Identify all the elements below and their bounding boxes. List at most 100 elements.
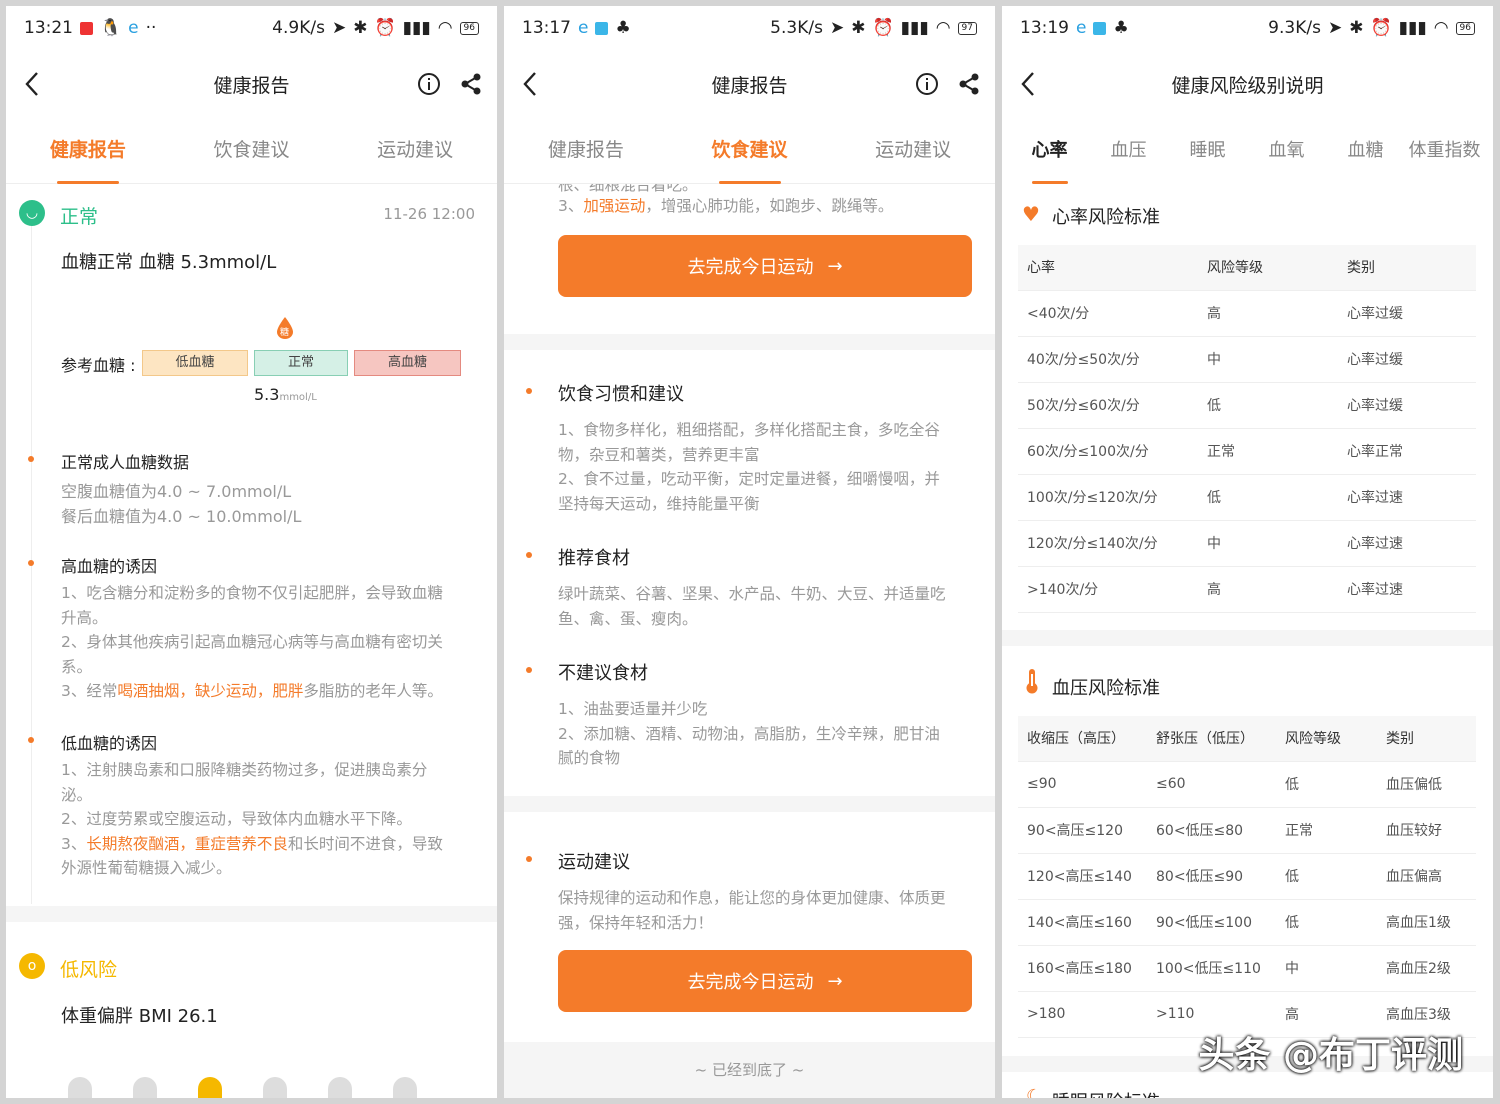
table-cell: 高 bbox=[1198, 566, 1338, 613]
table-cell: ≤90 bbox=[1018, 761, 1147, 808]
network-speed: 9.3K/s bbox=[1268, 18, 1321, 38]
location-icon: ➤ bbox=[829, 18, 845, 38]
tab-diet-advice[interactable]: 饮食建议 bbox=[668, 118, 832, 184]
tab-exercise-advice[interactable]: 运动建议 bbox=[831, 118, 995, 184]
section-body: 保持规律的运动和作息，能让您的身体更加健康、体质更 强，保持年轻和活力！ bbox=[558, 886, 946, 935]
tab-blood-pressure[interactable]: 血压 bbox=[1089, 118, 1168, 184]
text-part: 3、 bbox=[558, 197, 584, 215]
alarm-icon: ⏰ bbox=[872, 18, 894, 38]
section-divider bbox=[504, 796, 995, 812]
body-line: 1、吃含糖分和淀粉多的食物不仅引起肥胖，会导致血糖 bbox=[61, 584, 443, 602]
table-cell: 120次/分≤140次/分 bbox=[1018, 520, 1198, 567]
reference-label: 参考血糖 : bbox=[61, 356, 136, 375]
app-header: 健康报告 bbox=[6, 50, 497, 118]
back-arrow-icon[interactable] bbox=[522, 71, 538, 97]
share-icon[interactable] bbox=[459, 72, 483, 96]
tab-sleep[interactable]: 睡眠 bbox=[1168, 118, 1247, 184]
browser-icon: e bbox=[1076, 18, 1087, 38]
table-cell: 中 bbox=[1276, 945, 1377, 992]
complete-exercise-button[interactable]: 去完成今日运动 → bbox=[558, 950, 972, 1012]
table-cell: 高血压1级 bbox=[1377, 899, 1476, 946]
table-cell: 低 bbox=[1276, 761, 1377, 808]
heart-rate-section: ♥ 心率风险标准 心率 风险等级 类别 <40次/分高心率过缓 40次/分≤50次/… bbox=[1002, 184, 1493, 630]
table-cell: 高 bbox=[1198, 290, 1338, 337]
tab-heart-rate[interactable]: 心率 bbox=[1010, 118, 1089, 184]
table-cell: 血压偏高 bbox=[1377, 853, 1476, 900]
table-row: 120<高压≤140 80<低压≤90 低血压偏高 bbox=[1018, 853, 1476, 900]
complete-exercise-button[interactable]: 去完成今日运动 → bbox=[558, 235, 972, 297]
body-line: 3、经常喝酒抽烟，缺少运动，肥胖多脂肪的老年人等。 bbox=[61, 679, 443, 704]
tab-diet-advice[interactable]: 饮食建议 bbox=[170, 118, 334, 184]
status-time: 13:19 bbox=[1020, 18, 1069, 38]
status-time: 13:17 bbox=[522, 18, 571, 38]
table-row: 100次/分≤120次/分低心率过速 bbox=[1018, 474, 1476, 521]
tab-blood-sugar[interactable]: 血糖 bbox=[1326, 118, 1405, 184]
table-cell: 心率过速 bbox=[1338, 520, 1476, 567]
section-divider bbox=[6, 906, 497, 922]
person-icon bbox=[263, 1077, 287, 1098]
tab-blood-oxygen[interactable]: 血氧 bbox=[1247, 118, 1326, 184]
tab-health-report[interactable]: 健康报告 bbox=[504, 118, 668, 184]
status-time: 13:21 bbox=[24, 18, 73, 38]
button-label: 去完成今日运动 bbox=[687, 972, 814, 993]
table-row: <40次/分高心率过缓 bbox=[1018, 290, 1476, 337]
network-speed: 4.9K/s bbox=[272, 18, 325, 38]
highlight-text: 加强运动 bbox=[583, 197, 646, 215]
arrow-right-icon: → bbox=[827, 970, 843, 992]
scale-high: 高血糖 bbox=[354, 350, 461, 376]
table-row: 120次/分≤140次/分中心率过速 bbox=[1018, 520, 1476, 567]
signal-icon: ▮▮▮ bbox=[900, 18, 929, 38]
wifi-icon: ◠ bbox=[935, 18, 951, 38]
low-risk-card: o 低风险 体重偏胖 BMI 26.1 bbox=[6, 922, 497, 1098]
table-cell: 低 bbox=[1276, 853, 1377, 900]
exercise-card: 运动建议 保持规律的运动和作息，能让您的身体更加健康、体质更 强，保持年轻和活力… bbox=[504, 812, 995, 1042]
table-row: 90<高压≤120 60<低压≤80 正常 血压较好 bbox=[1018, 807, 1476, 854]
section-title: 血压风险标准 bbox=[1052, 678, 1160, 699]
app-header: 健康风险级别说明 bbox=[1002, 50, 1493, 118]
back-arrow-icon[interactable] bbox=[24, 71, 40, 97]
table-cell: 40次/分≤50次/分 bbox=[1018, 336, 1198, 383]
body-line: 外源性葡萄糖摄入减少。 bbox=[61, 859, 232, 877]
table-row: 40次/分≤50次/分中心率过缓 bbox=[1018, 336, 1476, 383]
body-line: 3、长期熬夜酗酒，重症营养不良和长时间不进食，导致 bbox=[61, 832, 443, 857]
table-cell: 60次/分≤100次/分 bbox=[1018, 428, 1198, 475]
tab-exercise-advice[interactable]: 运动建议 bbox=[333, 118, 497, 184]
bullet-dot bbox=[526, 388, 532, 394]
plant-icon: ♣ bbox=[615, 18, 631, 38]
table-cell: 50次/分≤60次/分 bbox=[1018, 382, 1198, 429]
battery-icon: 96 bbox=[1455, 21, 1475, 35]
section-title: 不建议食材 bbox=[558, 663, 648, 684]
table-row: 50次/分≤60次/分低心率过缓 bbox=[1018, 382, 1476, 429]
section-body: 1、注射胰岛素和口服降糖类药物过多，促进胰岛素分 泌。 2、过度劳累或空腹运动，… bbox=[61, 758, 443, 881]
table-cell: 心率正常 bbox=[1338, 428, 1476, 475]
body-line: 1、食物多样化，粗细搭配，多样化搭配主食，多吃全谷 bbox=[558, 421, 940, 439]
value-unit: mmol/L bbox=[279, 392, 317, 403]
info-icon[interactable] bbox=[915, 72, 939, 96]
table-row: >140次/分高心率过速 bbox=[1018, 566, 1476, 613]
body-line: 2、身体其他疾病引起高血糖冠心病等与高血糖有密切关 bbox=[61, 633, 443, 651]
bullet-dot bbox=[526, 856, 532, 862]
section-divider bbox=[1002, 630, 1493, 646]
thermometer-icon bbox=[1026, 668, 1038, 694]
page-title: 健康风险级别说明 bbox=[1171, 74, 1324, 97]
heart-rate-table: 心率 风险等级 类别 <40次/分高心率过缓 40次/分≤50次/分中心率过缓 50… bbox=[1018, 245, 1476, 613]
browser-icon: e bbox=[578, 18, 589, 38]
col-header: 心率 bbox=[1018, 245, 1198, 291]
text-part: 和长时间不进食，导致 bbox=[287, 834, 443, 853]
body-line: 1、注射胰岛素和口服降糖类药物过多，促进胰岛素分 bbox=[61, 761, 428, 779]
table-row: 60次/分≤100次/分 正常 心率正常 bbox=[1018, 428, 1476, 475]
body-line: 绿叶蔬菜、谷薯、坚果、水产品、牛奶、大豆、并适量吃 bbox=[558, 585, 946, 603]
back-arrow-icon[interactable] bbox=[1020, 71, 1036, 97]
info-icon[interactable] bbox=[417, 72, 441, 96]
highlight-text: 长期熬夜酗酒，重症营养不良 bbox=[86, 834, 288, 853]
tab-bmi[interactable]: 体重指数 bbox=[1405, 118, 1484, 184]
table-cell: 中 bbox=[1198, 336, 1338, 383]
status-badge: 正常 bbox=[60, 206, 99, 228]
section-body: 空腹血糖值为4.0 ~ 7.0mmol/L 餐后血糖值为4.0 ~ 10.0mm… bbox=[61, 479, 301, 529]
signal-icon: ▮▮▮ bbox=[402, 18, 431, 38]
table-cell: 120<高压≤140 bbox=[1018, 853, 1147, 900]
table-cell: 正常 bbox=[1276, 807, 1377, 854]
share-icon[interactable] bbox=[957, 72, 981, 96]
tab-health-report[interactable]: 健康报告 bbox=[6, 118, 170, 184]
bluetooth-icon: ✱ bbox=[1349, 18, 1364, 38]
